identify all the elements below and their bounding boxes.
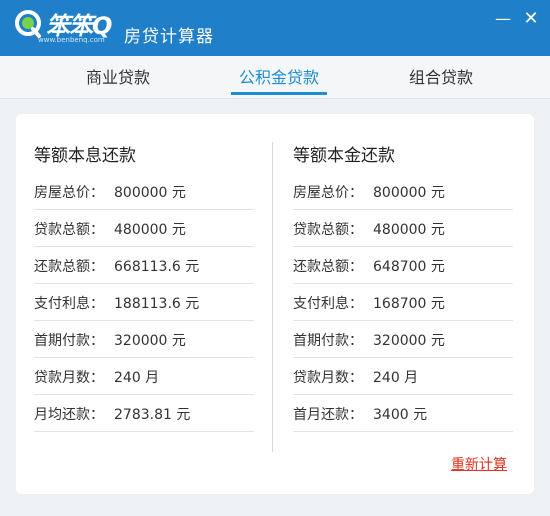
result-row-total-repayment: 还款总额： 648700 元: [293, 246, 513, 284]
row-label: 支付利息：: [34, 296, 104, 312]
calculator-window: 笨笨Q www.benbenq.com 房贷计算器 — ✕ 商业贷款 公积金贷款…: [0, 0, 550, 516]
row-label: 还款总额：: [293, 259, 363, 275]
app-title: 房贷计算器: [124, 27, 214, 47]
row-label: 贷款月数：: [293, 370, 363, 386]
row-value: 800000 元: [373, 185, 445, 201]
result-row-monthly-payment: 月均还款： 2783.81 元: [34, 394, 254, 432]
row-label: 房屋总价：: [293, 185, 363, 201]
row-value: 480000 元: [373, 222, 445, 238]
row-label: 贷款总额：: [34, 222, 104, 238]
row-label: 月均还款：: [34, 407, 104, 423]
column-divider: [272, 142, 273, 452]
result-row-house-price: 房屋总价： 800000 元: [293, 172, 513, 210]
result-row-interest: 支付利息： 188113.6 元: [34, 283, 254, 321]
row-label: 首期付款：: [34, 333, 104, 349]
row-label: 首月还款：: [293, 407, 363, 423]
row-value: 800000 元: [114, 185, 186, 201]
row-value: 320000 元: [373, 333, 445, 349]
recalculate-link[interactable]: 重新计算: [451, 454, 507, 474]
active-tab-indicator: [231, 92, 327, 95]
tab-combined-loan[interactable]: 组合贷款: [409, 64, 473, 88]
title-bar[interactable]: 笨笨Q www.benbenq.com 房贷计算器 — ✕: [0, 0, 550, 56]
row-label: 贷款月数：: [34, 370, 104, 386]
close-button[interactable]: ✕: [520, 8, 542, 30]
row-label: 首期付款：: [293, 333, 363, 349]
tab-provident-fund-loan[interactable]: 公积金贷款: [239, 64, 319, 88]
result-row-loan-amount: 贷款总额： 480000 元: [34, 209, 254, 247]
result-row-first-month-payment: 首月还款： 3400 元: [293, 394, 513, 432]
row-value: 168700 元: [373, 296, 445, 312]
row-label: 贷款总额：: [293, 222, 363, 238]
brand-url: www.benbenq.com: [38, 36, 105, 44]
minimize-button[interactable]: —: [492, 8, 514, 30]
row-value: 240 月: [373, 370, 419, 386]
row-label: 支付利息：: [293, 296, 363, 312]
row-value: 3400 元: [373, 407, 428, 423]
result-row-loan-amount: 贷款总额： 480000 元: [293, 209, 513, 247]
result-row-house-price: 房屋总价： 800000 元: [34, 172, 254, 210]
row-value: 668113.6 元: [114, 259, 200, 275]
result-row-down-payment: 首期付款： 320000 元: [34, 320, 254, 358]
row-value: 240 月: [114, 370, 160, 386]
row-label: 还款总额：: [34, 259, 104, 275]
loan-type-tabs: 商业贷款 公积金贷款 组合贷款: [0, 56, 550, 99]
row-value: 2783.81 元: [114, 407, 191, 423]
row-value: 480000 元: [114, 222, 186, 238]
result-row-total-repayment: 还款总额： 668113.6 元: [34, 246, 254, 284]
result-row-interest: 支付利息： 168700 元: [293, 283, 513, 321]
row-label: 房屋总价：: [34, 185, 104, 201]
result-row-loan-months: 贷款月数： 240 月: [34, 357, 254, 395]
tab-commercial-loan[interactable]: 商业贷款: [86, 64, 150, 88]
equal-principal-title: 等额本金还款: [293, 146, 395, 166]
row-value: 648700 元: [373, 259, 445, 275]
row-value: 320000 元: [114, 333, 186, 349]
result-row-down-payment: 首期付款： 320000 元: [293, 320, 513, 358]
result-row-loan-months: 贷款月数： 240 月: [293, 357, 513, 395]
row-value: 188113.6 元: [114, 296, 200, 312]
equal-installment-title: 等额本息还款: [34, 146, 136, 166]
